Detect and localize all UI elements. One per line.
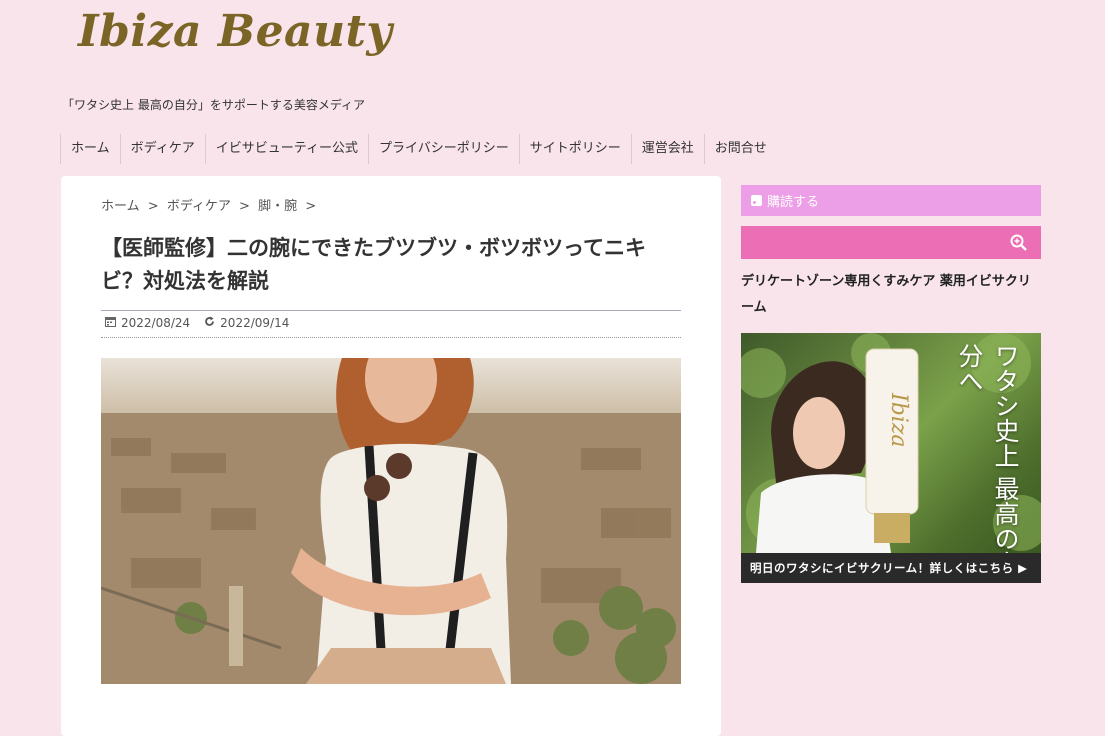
subscribe-button[interactable]: 購読する — [741, 185, 1041, 216]
nav-item-home[interactable]: ホーム — [60, 134, 120, 164]
article-title: 【医師監修】二の腕にできたブツブツ・ボツボツってニキビ？対処法を解説 — [101, 236, 646, 293]
banner-copy: ワタシ史上 最高の自分へ — [955, 343, 1020, 576]
banner-cta[interactable]: 明日のワタシにイビサクリーム！詳しくはこちら ▶ — [741, 553, 1041, 583]
search-bar[interactable] — [741, 226, 1041, 259]
title-divider — [101, 310, 681, 311]
breadcrumb: ホーム > ボディケア > 脚・腕 > — [101, 195, 320, 214]
sidebar-heading[interactable]: デリケートゾーン専用くすみケア 薬用イビサクリーム — [741, 269, 1041, 321]
site-logo[interactable]: Ibiza Beauty — [78, 6, 392, 57]
nav-item-bodycare[interactable]: ボディケア — [119, 134, 205, 164]
breadcrumb-separator: > — [305, 199, 317, 214]
site-tagline: 「ワタシ史上 最高の自分」をサポートする美容メディア — [62, 98, 365, 112]
nav-item-contact[interactable]: お問合せ — [703, 134, 777, 164]
rss-icon — [751, 195, 762, 206]
global-nav: ホーム ボディケア イビサビューティー公式 プライバシーポリシー サイトポリシー… — [60, 134, 777, 164]
calendar-icon — [105, 316, 116, 330]
breadcrumb-separator: > — [239, 199, 250, 214]
nav-item-company[interactable]: 運営会社 — [630, 134, 704, 164]
breadcrumb-category[interactable]: ボディケア — [167, 199, 231, 214]
updated-date: 2022/09/14 — [220, 316, 290, 330]
article-meta: 2022/08/24 2022/09/14 — [105, 316, 303, 330]
nav-item-official[interactable]: イビサビューティー公式 — [204, 134, 368, 164]
banner-product-logo: Ibiza — [886, 392, 911, 448]
refresh-icon — [204, 316, 215, 330]
article-hero-image — [101, 358, 681, 684]
article-card: ホーム > ボディケア > 脚・腕 > 【医師監修】二の腕にできたブツブツ・ボツ… — [61, 176, 721, 736]
search-icon[interactable] — [1010, 234, 1027, 251]
sidebar: 購読する デリケートゾーン専用くすみケア 薬用イビサクリーム Ibiza ワタシ… — [741, 185, 1041, 583]
hero-illustration — [101, 358, 681, 684]
ibiza-cream-banner[interactable]: Ibiza ワタシ史上 最高の自分へ 明日のワタシにイビサクリーム！詳しくはこち… — [741, 333, 1041, 583]
subscribe-label: 購読する — [767, 195, 820, 210]
published-date: 2022/08/24 — [121, 316, 191, 330]
breadcrumb-home[interactable]: ホーム — [101, 199, 140, 214]
nav-item-site-policy[interactable]: サイトポリシー — [518, 134, 631, 164]
meta-divider — [101, 337, 681, 338]
breadcrumb-subcategory[interactable]: 脚・腕 — [258, 199, 297, 214]
breadcrumb-separator: > — [147, 199, 159, 214]
nav-item-privacy[interactable]: プライバシーポリシー — [367, 134, 519, 164]
